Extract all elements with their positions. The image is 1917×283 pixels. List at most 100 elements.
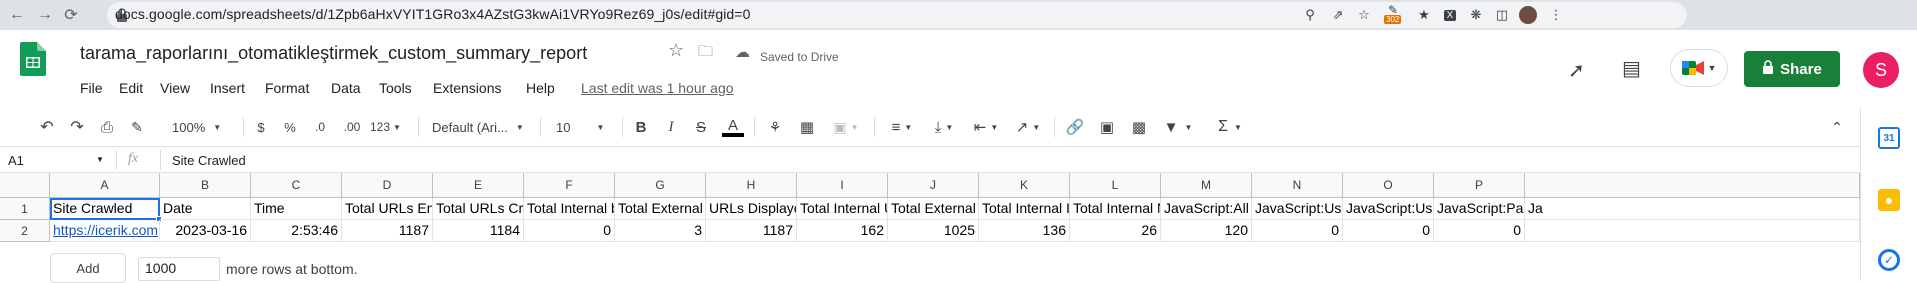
activity-trend-icon[interactable]: ➚ [1568,58,1585,83]
column-header-m[interactable]: M [1161,173,1252,198]
strikethrough-button[interactable]: S [692,117,710,137]
browser-menu-icon[interactable]: ⋮ [1546,5,1566,25]
meet-button[interactable]: ▼ [1670,49,1728,87]
column-header-p[interactable]: P [1434,173,1525,198]
column-header-k[interactable]: K [979,173,1070,198]
puzzle-icon[interactable]: ❋ [1466,5,1486,25]
column-header-f[interactable]: F [524,173,615,198]
fill-color-icon[interactable]: ⚘ [764,117,786,137]
font-select[interactable]: Default (Ari... ▼ [432,117,532,137]
cell-m2[interactable]: 120 [1161,220,1252,242]
cell-i2[interactable]: 162 [797,220,888,242]
last-edit-link[interactable]: Last edit was 1 hour ago [581,80,734,96]
cell-a2[interactable]: https://icerik.com [50,220,160,242]
cell-a1[interactable]: Site Crawled [50,198,160,220]
paint-format-icon[interactable]: ✎ [126,117,148,137]
more-formats-select[interactable]: 123 ▼ [370,117,410,137]
functions-icon[interactable]: Σ ▼ [1212,117,1248,137]
cell-n2[interactable]: 0 [1252,220,1343,242]
sidebar-toggle-icon[interactable]: ◫ [1492,5,1512,25]
cell-o2[interactable]: 0 [1343,220,1434,242]
cell-k1[interactable]: Total Internal Ind [979,198,1070,220]
comments-icon[interactable]: ▤ [1622,56,1641,81]
column-header-n[interactable]: N [1252,173,1343,198]
extension-counter-icon[interactable]: ✎ 302 [1384,3,1406,25]
cell-c2[interactable]: 2:53:46 [251,220,342,242]
column-header-g[interactable]: G [615,173,706,198]
cell-d2[interactable]: 1187 [342,220,433,242]
calendar-icon[interactable]: 31 [1878,127,1900,149]
column-header-j[interactable]: J [888,173,979,198]
font-size-select[interactable]: 10 ▼ [556,117,612,137]
sheets-logo-icon[interactable] [20,42,46,76]
menu-view[interactable]: View [160,80,190,96]
bookmark-star-icon[interactable]: ☆ [1354,5,1374,25]
cell-e2[interactable]: 1184 [433,220,524,242]
share-page-icon[interactable]: ⇗ [1328,5,1348,25]
filter-icon[interactable]: ▼ ▼ [1160,117,1196,137]
menu-data[interactable]: Data [331,80,361,96]
menu-file[interactable]: File [80,80,103,96]
cell-l2[interactable]: 26 [1070,220,1161,242]
bold-button[interactable]: B [632,117,650,137]
cell-m1[interactable]: JavaScript:All [1161,198,1252,220]
text-rotation-icon[interactable]: ↗ ▼ [1010,117,1046,137]
column-header-q[interactable] [1525,173,1860,198]
formula-input[interactable]: Site Crawled [172,153,246,168]
profile-avatar-icon[interactable] [1518,5,1538,25]
keep-icon[interactable]: ● [1878,189,1900,211]
back-icon[interactable]: ← [6,4,28,26]
menu-extensions[interactable]: Extensions [433,80,501,96]
insert-chart-icon[interactable]: ▩ [1128,117,1150,137]
cell-b2[interactable]: 2023-03-16 [160,220,251,242]
horizontal-align-icon[interactable]: ≡ ▼ [884,117,920,137]
forward-icon[interactable]: → [34,4,56,26]
decrease-decimal-button[interactable]: .0 [309,117,331,137]
menu-insert[interactable]: Insert [210,80,245,96]
row-header-1[interactable]: 1 [0,198,50,220]
cell-j1[interactable]: Total External UR [888,198,979,220]
cell-f1[interactable]: Total Internal blo [524,198,615,220]
italic-button[interactable]: I [662,117,680,137]
column-header-h[interactable]: H [706,173,797,198]
menu-tools[interactable]: Tools [379,80,412,96]
cell-o1[interactable]: JavaScript:Uses [1343,198,1434,220]
name-box[interactable]: A1 ▼ [8,153,108,169]
cell-i1[interactable]: Total Internal UR [797,198,888,220]
column-header-a[interactable]: A [50,173,160,198]
move-folder-icon[interactable]: 🗀 [698,41,713,66]
column-header-e[interactable]: E [433,173,524,198]
row-header-2[interactable]: 2 [0,220,50,242]
collapse-toolbar-icon[interactable]: ⌃ [1826,117,1848,137]
share-button[interactable]: Share [1744,51,1840,87]
add-rows-button[interactable]: Add [50,253,126,283]
cell-b1[interactable]: Date [160,198,251,220]
cell-l1[interactable]: Total Internal No [1070,198,1161,220]
cell-f2[interactable]: 0 [524,220,615,242]
borders-icon[interactable]: ▦ [796,117,818,137]
cell-g1[interactable]: Total External blo [615,198,706,220]
zoom-icon[interactable]: ⚲ [1300,5,1320,25]
cell-n1[interactable]: JavaScript:Uses [1252,198,1343,220]
cell-e1[interactable]: Total URLs Craw [433,198,524,220]
cell-p1[interactable]: JavaScript:Page [1434,198,1525,220]
currency-button[interactable]: $ [253,117,269,137]
print-icon[interactable]: ⎙ [96,117,118,137]
undo-icon[interactable]: ↶ [36,117,58,137]
merge-cells-icon[interactable]: ▣ ▼ [826,117,866,137]
insert-link-icon[interactable]: 🔗 [1064,117,1086,137]
cloud-saved-icon[interactable]: ☁ [735,43,750,61]
cell-c1[interactable]: Time [251,198,342,220]
increase-decimal-button[interactable]: .00 [340,117,364,137]
column-header-b[interactable]: B [160,173,251,198]
menu-format[interactable]: Format [265,80,309,96]
star-icon[interactable]: ☆ [668,40,684,61]
cell-j2[interactable]: 1025 [888,220,979,242]
redo-icon[interactable]: ↷ [66,117,88,137]
menu-help[interactable]: Help [526,80,555,96]
select-all-corner[interactable] [0,173,50,198]
percent-button[interactable]: % [282,117,298,137]
cell-q1[interactable]: Ja [1525,198,1860,220]
cell-p2[interactable]: 0 [1434,220,1525,242]
vertical-align-icon[interactable]: ⤓ ▼ [926,117,962,137]
